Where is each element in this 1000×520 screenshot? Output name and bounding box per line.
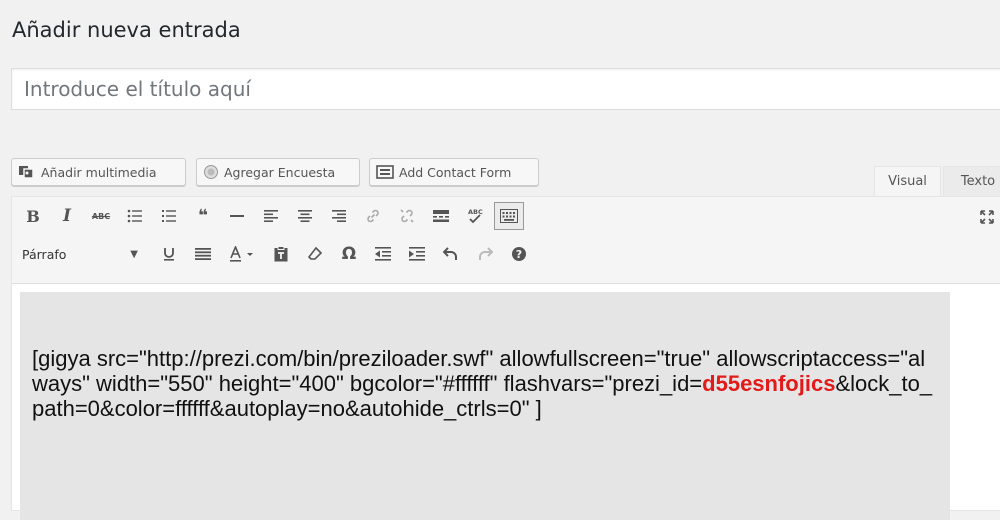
read-more-icon[interactable]: [426, 202, 456, 230]
editor-content[interactable]: [gigya src="http://prezi.com/bin/prezilo…: [20, 292, 950, 520]
undo-icon[interactable]: [436, 240, 466, 268]
poll-icon: [203, 164, 219, 180]
strikethrough-icon[interactable]: ABC: [86, 202, 116, 230]
post-title-input[interactable]: [11, 68, 1000, 110]
toolbar-row-2: Párrafo ▼ Ω ?: [18, 239, 538, 269]
indent-icon[interactable]: [402, 240, 432, 268]
page-title: Añadir nueva entrada: [12, 18, 241, 42]
add-media-button[interactable]: Añadir multimedia: [11, 158, 186, 186]
chevron-down-icon: ▼: [130, 248, 138, 260]
format-select-value: Párrafo: [22, 246, 67, 262]
numbered-list-icon[interactable]: [154, 202, 184, 230]
underline-icon[interactable]: [154, 240, 184, 268]
blockquote-icon[interactable]: ❝: [188, 202, 218, 230]
bold-icon[interactable]: B: [18, 202, 48, 230]
toolbar-row-1: B I ABC ❝ ABC: [18, 201, 528, 231]
add-contact-form-label: Add Contact Form: [399, 164, 512, 180]
toolbar-toggle-icon[interactable]: [494, 202, 524, 230]
outdent-icon[interactable]: [368, 240, 398, 268]
help-glyph: ?: [516, 248, 522, 261]
bullet-list-icon[interactable]: [120, 202, 150, 230]
align-center-icon[interactable]: [290, 202, 320, 230]
italic-icon[interactable]: I: [52, 202, 82, 230]
redo-icon[interactable]: [470, 240, 500, 268]
clear-formatting-icon[interactable]: [300, 240, 330, 268]
editor: B I ABC ❝ ABC Párrafo ▼ Ω ? [gigya src="…: [11, 196, 1000, 520]
tab-text[interactable]: Texto: [943, 166, 1000, 196]
prezi-id-highlight: d55esnfojics: [702, 371, 836, 396]
link-icon[interactable]: [358, 202, 388, 230]
svg-text:ABC: ABC: [468, 208, 483, 216]
unlink-icon[interactable]: [392, 202, 422, 230]
special-char-icon[interactable]: Ω: [334, 240, 364, 268]
help-icon[interactable]: ?: [504, 240, 534, 268]
align-right-icon[interactable]: [324, 202, 354, 230]
media-icon: [18, 165, 36, 179]
add-media-label: Añadir multimedia: [41, 164, 157, 180]
text-color-icon[interactable]: [222, 240, 262, 268]
fullscreen-icon[interactable]: [972, 203, 1000, 231]
horizontal-rule-icon[interactable]: [222, 202, 252, 230]
justify-icon[interactable]: [188, 240, 218, 268]
editor-toolbar: B I ABC ❝ ABC Párrafo ▼ Ω ?: [12, 197, 1000, 284]
align-left-icon[interactable]: [256, 202, 286, 230]
contact-form-icon: [376, 165, 394, 179]
paste-text-icon[interactable]: [266, 240, 296, 268]
add-poll-label: Agregar Encuesta: [224, 164, 336, 180]
shortcode-paragraph: [gigya src="http://prezi.com/bin/prezilo…: [32, 292, 938, 421]
add-contact-form-button[interactable]: Add Contact Form: [369, 158, 539, 186]
add-poll-button[interactable]: Agregar Encuesta: [196, 158, 360, 186]
tab-visual[interactable]: Visual: [874, 166, 941, 196]
format-select[interactable]: Párrafo ▼: [18, 241, 148, 267]
spellcheck-icon[interactable]: ABC: [460, 202, 490, 230]
